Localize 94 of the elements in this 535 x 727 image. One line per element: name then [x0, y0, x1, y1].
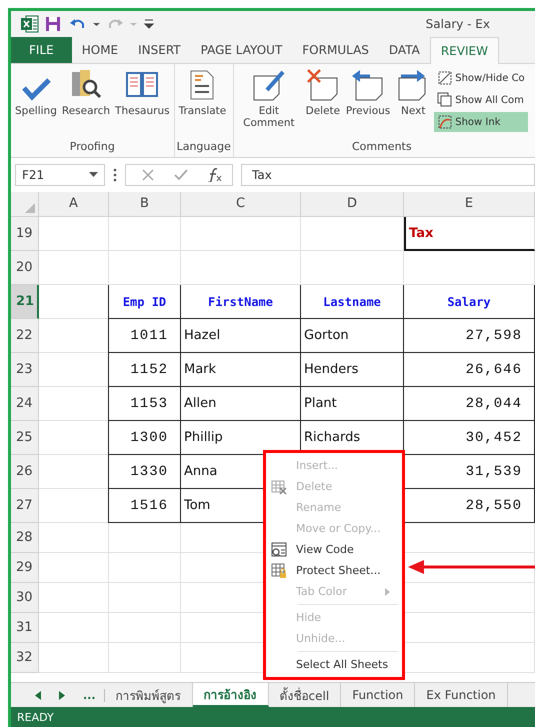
row-header[interactable]: 24 [11, 387, 39, 421]
table-cell: Emp ID [108, 285, 181, 319]
scroll-left-icon[interactable] [35, 690, 41, 700]
table-cell: Henders [301, 353, 404, 387]
row-header[interactable]: 21 [11, 285, 39, 319]
ribbon-tab[interactable]: INSERT [128, 37, 191, 63]
table-cell [39, 217, 109, 251]
ribbon-button[interactable]: Delete [302, 66, 343, 137]
table-cell: Lastname [301, 285, 404, 319]
row-header[interactable]: 30 [11, 583, 39, 613]
table-cell [39, 583, 109, 613]
save-icon[interactable] [45, 16, 63, 32]
function-icon[interactable] [208, 168, 222, 182]
ribbon-button[interactable]: Spelling [13, 66, 59, 137]
row-header[interactable]: 22 [11, 319, 39, 353]
ribbon-button[interactable]: Show/Hide Co [434, 68, 528, 88]
table-cell: Mark [181, 353, 301, 387]
table-cell: 1152 [108, 353, 181, 387]
ribbon-button[interactable]: Show Ink [434, 112, 528, 132]
column-header[interactable]: E [404, 192, 535, 217]
comment-icon [437, 70, 454, 86]
ribbon-button[interactable]: Thesaurus [113, 66, 172, 137]
note-pencil-icon [250, 68, 287, 102]
ribbon-button[interactable]: Edit Comment [236, 66, 302, 137]
table-cell [39, 251, 109, 285]
table-cell: Salary [404, 285, 535, 319]
formula-input[interactable]: Tax [241, 164, 535, 186]
row-header[interactable]: 31 [11, 613, 39, 643]
ribbon-tab[interactable]: FILE [11, 37, 72, 63]
status-text: READY [17, 710, 54, 724]
delete-sheet-icon [271, 478, 287, 494]
ribbon-button[interactable]: Next [393, 66, 434, 137]
column-header[interactable]: A [39, 192, 109, 217]
ribbon-button[interactable]: Show All Com [434, 90, 528, 110]
table-cell [39, 523, 109, 553]
row-header[interactable]: 32 [11, 643, 39, 673]
table-cell [39, 553, 109, 583]
menu-item[interactable]: Protect Sheet... [266, 560, 402, 581]
table-cell: Gorton [301, 319, 404, 353]
ribbon-button[interactable]: Translate [176, 66, 228, 137]
row-header[interactable]: 20 [11, 251, 39, 285]
row-header[interactable]: 27 [11, 489, 39, 523]
ribbon-tab[interactable]: FORMULAS [292, 37, 379, 63]
table-cell [39, 613, 109, 643]
group-label: Proofing [68, 139, 116, 155]
grid-lock-icon [271, 562, 287, 578]
table-cell: 28,044 [404, 387, 535, 421]
window-magnifier-icon [271, 542, 287, 558]
column-header[interactable]: C [181, 192, 301, 217]
group-label: Comments [350, 139, 413, 155]
table-cell: 1516 [108, 489, 181, 523]
column-header[interactable]: D [301, 192, 404, 217]
comment-icon [437, 92, 454, 108]
table-cell: Plant [301, 387, 404, 421]
ribbon-tab[interactable]: PAGE LAYOUT [190, 37, 292, 63]
excel-logo-icon[interactable] [21, 15, 39, 33]
more-tabs-button[interactable]: ... [83, 688, 105, 702]
table-cell [109, 217, 181, 251]
window-title: Salary - Ex [426, 17, 490, 31]
table-cell: 30,452 [404, 421, 535, 455]
row-header[interactable]: 28 [11, 523, 39, 553]
table-cell [109, 251, 181, 285]
row-header[interactable]: 26 [11, 455, 39, 489]
ribbon-button[interactable]: Previous [344, 66, 392, 137]
dropdown-arrow-icon [89, 172, 98, 178]
group-label: Language [176, 139, 231, 155]
table-cell: 1330 [108, 455, 181, 489]
table-cell: Allen [181, 387, 301, 421]
ribbon-button[interactable]: Research [60, 66, 112, 137]
comment-icon [437, 114, 454, 130]
grip-icon[interactable] [113, 168, 117, 182]
table-cell: 26,646 [404, 353, 535, 387]
table-cell: FirstName [181, 285, 301, 319]
table-cell: Tax [404, 217, 535, 251]
table-cell: Hazel [181, 319, 301, 353]
table-cell: 1300 [108, 421, 181, 455]
table-cell: 27,598 [404, 319, 535, 353]
ribbon-tab[interactable]: REVIEW [430, 37, 499, 64]
checkmark-icon[interactable] [174, 169, 188, 181]
table-cell: 1011 [108, 319, 181, 353]
ribbon-tab[interactable]: HOME [72, 37, 128, 63]
table-cell [39, 643, 109, 673]
menu-item[interactable]: Select All Sheets [266, 654, 402, 675]
column-header[interactable]: B [109, 192, 181, 217]
menu-item[interactable]: View Code [266, 539, 402, 560]
row-header[interactable]: 19 [11, 217, 39, 251]
ribbon-tab[interactable]: DATA [378, 37, 430, 63]
table-cell: 1153 [108, 387, 181, 421]
row-header[interactable]: 23 [11, 353, 39, 387]
scroll-right-icon[interactable] [59, 690, 65, 700]
row-header[interactable]: 25 [11, 421, 39, 455]
name-box[interactable]: F21 [15, 164, 105, 186]
row-header[interactable]: 29 [11, 553, 39, 583]
sheet-tab[interactable]: การอ้างอิง [192, 683, 269, 707]
